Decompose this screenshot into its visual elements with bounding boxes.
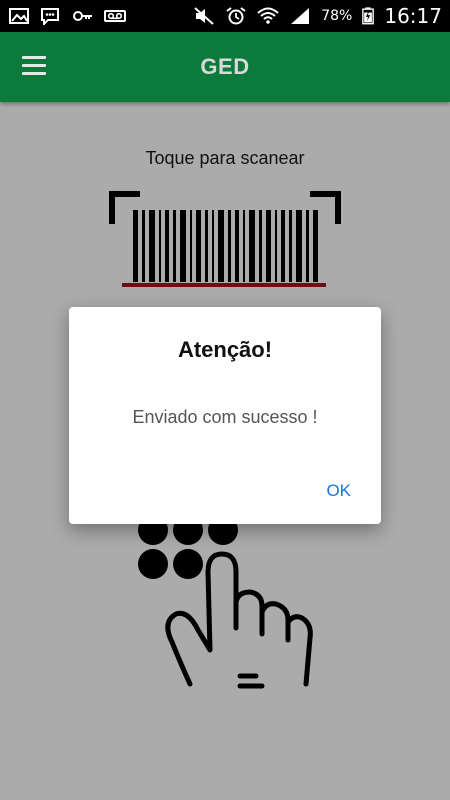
dialog-title: Atenção! <box>177 337 273 362</box>
dialog-message: Enviado com sucesso ! <box>132 407 318 427</box>
alert-dialog: Atenção! Enviado com sucesso ! OK <box>69 307 381 524</box>
ok-button[interactable]: OK <box>320 477 357 505</box>
